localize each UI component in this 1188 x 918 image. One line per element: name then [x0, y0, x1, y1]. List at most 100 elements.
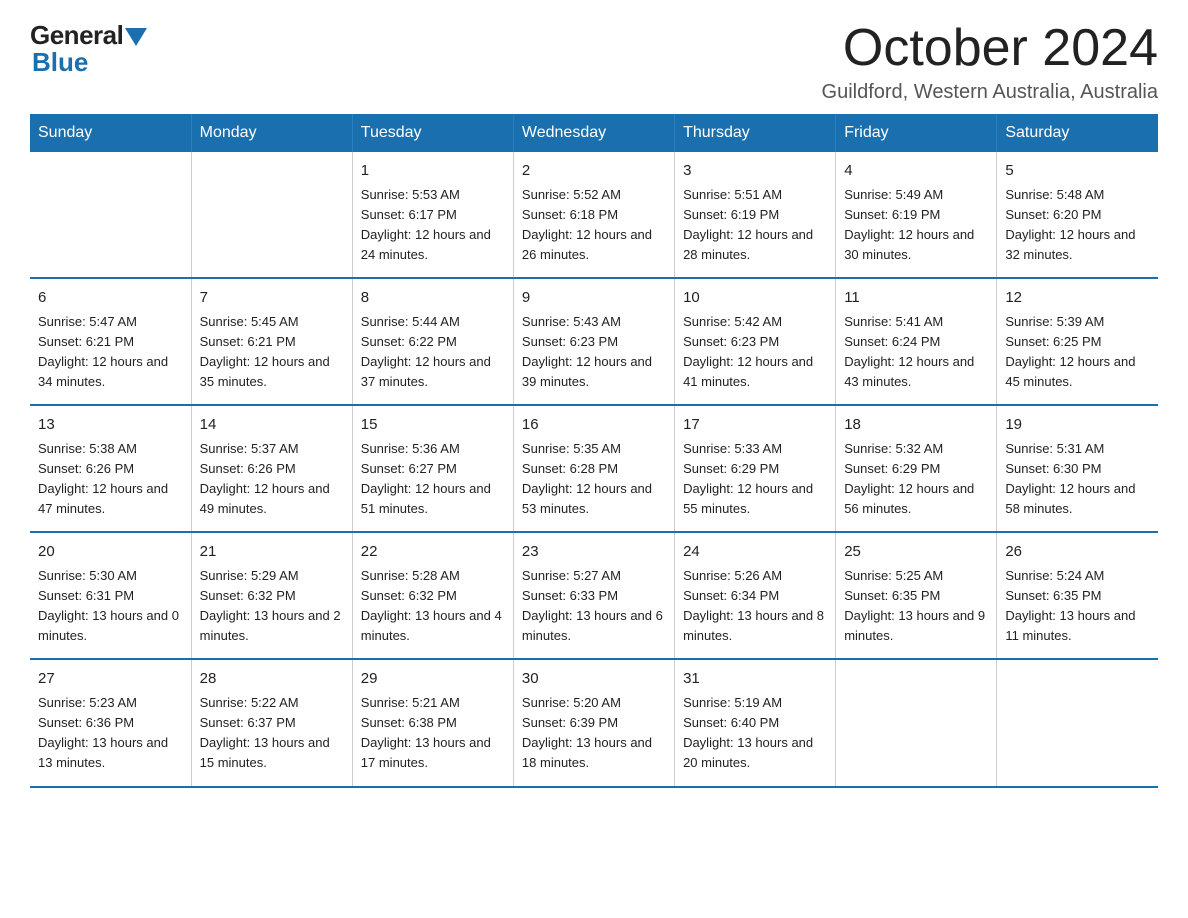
- day-info: Sunrise: 5:53 AM Sunset: 6:17 PM Dayligh…: [361, 185, 505, 266]
- calendar-day: 11Sunrise: 5:41 AM Sunset: 6:24 PM Dayli…: [836, 278, 997, 405]
- day-info: Sunrise: 5:44 AM Sunset: 6:22 PM Dayligh…: [361, 312, 505, 393]
- day-info: Sunrise: 5:28 AM Sunset: 6:32 PM Dayligh…: [361, 566, 505, 647]
- day-header-monday: Monday: [191, 114, 352, 152]
- day-info: Sunrise: 5:26 AM Sunset: 6:34 PM Dayligh…: [683, 566, 827, 647]
- calendar-week-4: 20Sunrise: 5:30 AM Sunset: 6:31 PM Dayli…: [30, 532, 1158, 659]
- day-info: Sunrise: 5:30 AM Sunset: 6:31 PM Dayligh…: [38, 566, 183, 647]
- calendar-week-1: 1Sunrise: 5:53 AM Sunset: 6:17 PM Daylig…: [30, 152, 1158, 278]
- day-info: Sunrise: 5:33 AM Sunset: 6:29 PM Dayligh…: [683, 439, 827, 520]
- calendar-day: 9Sunrise: 5:43 AM Sunset: 6:23 PM Daylig…: [513, 278, 674, 405]
- day-number: 24: [683, 541, 827, 564]
- day-header-friday: Friday: [836, 114, 997, 152]
- day-number: 10: [683, 287, 827, 310]
- day-info: Sunrise: 5:20 AM Sunset: 6:39 PM Dayligh…: [522, 693, 666, 774]
- calendar-day: 1Sunrise: 5:53 AM Sunset: 6:17 PM Daylig…: [352, 152, 513, 278]
- day-info: Sunrise: 5:43 AM Sunset: 6:23 PM Dayligh…: [522, 312, 666, 393]
- calendar-body: 1Sunrise: 5:53 AM Sunset: 6:17 PM Daylig…: [30, 152, 1158, 786]
- day-number: 8: [361, 287, 505, 310]
- day-number: 17: [683, 414, 827, 437]
- calendar-day: 5Sunrise: 5:48 AM Sunset: 6:20 PM Daylig…: [997, 152, 1158, 278]
- day-number: 14: [200, 414, 344, 437]
- day-number: 23: [522, 541, 666, 564]
- calendar-day: 6Sunrise: 5:47 AM Sunset: 6:21 PM Daylig…: [30, 278, 191, 405]
- day-number: 1: [361, 160, 505, 183]
- day-number: 13: [38, 414, 183, 437]
- day-number: 7: [200, 287, 344, 310]
- calendar-day: 29Sunrise: 5:21 AM Sunset: 6:38 PM Dayli…: [352, 659, 513, 786]
- calendar-day: [836, 659, 997, 786]
- calendar-day: 18Sunrise: 5:32 AM Sunset: 6:29 PM Dayli…: [836, 405, 997, 532]
- calendar-day: 27Sunrise: 5:23 AM Sunset: 6:36 PM Dayli…: [30, 659, 191, 786]
- calendar-day: 25Sunrise: 5:25 AM Sunset: 6:35 PM Dayli…: [836, 532, 997, 659]
- day-info: Sunrise: 5:35 AM Sunset: 6:28 PM Dayligh…: [522, 439, 666, 520]
- day-number: 6: [38, 287, 183, 310]
- month-title: October 2024: [822, 20, 1158, 77]
- calendar-day: 2Sunrise: 5:52 AM Sunset: 6:18 PM Daylig…: [513, 152, 674, 278]
- calendar-day: 16Sunrise: 5:35 AM Sunset: 6:28 PM Dayli…: [513, 405, 674, 532]
- day-info: Sunrise: 5:36 AM Sunset: 6:27 PM Dayligh…: [361, 439, 505, 520]
- day-number: 19: [1005, 414, 1150, 437]
- day-number: 2: [522, 160, 666, 183]
- calendar-header: SundayMondayTuesdayWednesdayThursdayFrid…: [30, 114, 1158, 152]
- calendar-day: 7Sunrise: 5:45 AM Sunset: 6:21 PM Daylig…: [191, 278, 352, 405]
- day-info: Sunrise: 5:45 AM Sunset: 6:21 PM Dayligh…: [200, 312, 344, 393]
- day-number: 26: [1005, 541, 1150, 564]
- calendar-day: [191, 152, 352, 278]
- day-number: 15: [361, 414, 505, 437]
- calendar-table: SundayMondayTuesdayWednesdayThursdayFrid…: [30, 114, 1158, 787]
- location-text: Guildford, Western Australia, Australia: [822, 81, 1158, 104]
- calendar-day: 20Sunrise: 5:30 AM Sunset: 6:31 PM Dayli…: [30, 532, 191, 659]
- day-info: Sunrise: 5:23 AM Sunset: 6:36 PM Dayligh…: [38, 693, 183, 774]
- day-info: Sunrise: 5:47 AM Sunset: 6:21 PM Dayligh…: [38, 312, 183, 393]
- day-number: 20: [38, 541, 183, 564]
- day-number: 12: [1005, 287, 1150, 310]
- calendar-day: 12Sunrise: 5:39 AM Sunset: 6:25 PM Dayli…: [997, 278, 1158, 405]
- day-info: Sunrise: 5:39 AM Sunset: 6:25 PM Dayligh…: [1005, 312, 1150, 393]
- calendar-day: 17Sunrise: 5:33 AM Sunset: 6:29 PM Dayli…: [675, 405, 836, 532]
- calendar-week-3: 13Sunrise: 5:38 AM Sunset: 6:26 PM Dayli…: [30, 405, 1158, 532]
- day-info: Sunrise: 5:52 AM Sunset: 6:18 PM Dayligh…: [522, 185, 666, 266]
- day-info: Sunrise: 5:24 AM Sunset: 6:35 PM Dayligh…: [1005, 566, 1150, 647]
- day-number: 27: [38, 668, 183, 691]
- day-info: Sunrise: 5:41 AM Sunset: 6:24 PM Dayligh…: [844, 312, 988, 393]
- day-info: Sunrise: 5:25 AM Sunset: 6:35 PM Dayligh…: [844, 566, 988, 647]
- day-header-saturday: Saturday: [997, 114, 1158, 152]
- calendar-day: 24Sunrise: 5:26 AM Sunset: 6:34 PM Dayli…: [675, 532, 836, 659]
- calendar-day: 3Sunrise: 5:51 AM Sunset: 6:19 PM Daylig…: [675, 152, 836, 278]
- day-info: Sunrise: 5:21 AM Sunset: 6:38 PM Dayligh…: [361, 693, 505, 774]
- day-number: 4: [844, 160, 988, 183]
- calendar-day: 8Sunrise: 5:44 AM Sunset: 6:22 PM Daylig…: [352, 278, 513, 405]
- day-info: Sunrise: 5:37 AM Sunset: 6:26 PM Dayligh…: [200, 439, 344, 520]
- calendar-week-5: 27Sunrise: 5:23 AM Sunset: 6:36 PM Dayli…: [30, 659, 1158, 786]
- day-header-tuesday: Tuesday: [352, 114, 513, 152]
- logo: General Blue: [30, 20, 147, 78]
- day-number: 25: [844, 541, 988, 564]
- day-info: Sunrise: 5:27 AM Sunset: 6:33 PM Dayligh…: [522, 566, 666, 647]
- day-info: Sunrise: 5:19 AM Sunset: 6:40 PM Dayligh…: [683, 693, 827, 774]
- calendar-week-2: 6Sunrise: 5:47 AM Sunset: 6:21 PM Daylig…: [30, 278, 1158, 405]
- day-number: 31: [683, 668, 827, 691]
- calendar-day: 14Sunrise: 5:37 AM Sunset: 6:26 PM Dayli…: [191, 405, 352, 532]
- day-number: 29: [361, 668, 505, 691]
- calendar-day: 19Sunrise: 5:31 AM Sunset: 6:30 PM Dayli…: [997, 405, 1158, 532]
- day-info: Sunrise: 5:42 AM Sunset: 6:23 PM Dayligh…: [683, 312, 827, 393]
- day-number: 3: [683, 160, 827, 183]
- logo-blue-text: Blue: [32, 47, 88, 78]
- day-info: Sunrise: 5:51 AM Sunset: 6:19 PM Dayligh…: [683, 185, 827, 266]
- day-info: Sunrise: 5:31 AM Sunset: 6:30 PM Dayligh…: [1005, 439, 1150, 520]
- day-info: Sunrise: 5:38 AM Sunset: 6:26 PM Dayligh…: [38, 439, 183, 520]
- day-info: Sunrise: 5:48 AM Sunset: 6:20 PM Dayligh…: [1005, 185, 1150, 266]
- title-section: October 2024 Guildford, Western Australi…: [822, 20, 1158, 104]
- calendar-day: 22Sunrise: 5:28 AM Sunset: 6:32 PM Dayli…: [352, 532, 513, 659]
- day-number: 18: [844, 414, 988, 437]
- day-number: 22: [361, 541, 505, 564]
- day-number: 21: [200, 541, 344, 564]
- calendar-day: [997, 659, 1158, 786]
- calendar-day: 21Sunrise: 5:29 AM Sunset: 6:32 PM Dayli…: [191, 532, 352, 659]
- day-info: Sunrise: 5:32 AM Sunset: 6:29 PM Dayligh…: [844, 439, 988, 520]
- calendar-day: 13Sunrise: 5:38 AM Sunset: 6:26 PM Dayli…: [30, 405, 191, 532]
- calendar-day: 28Sunrise: 5:22 AM Sunset: 6:37 PM Dayli…: [191, 659, 352, 786]
- day-info: Sunrise: 5:22 AM Sunset: 6:37 PM Dayligh…: [200, 693, 344, 774]
- day-header-sunday: Sunday: [30, 114, 191, 152]
- calendar-day: [30, 152, 191, 278]
